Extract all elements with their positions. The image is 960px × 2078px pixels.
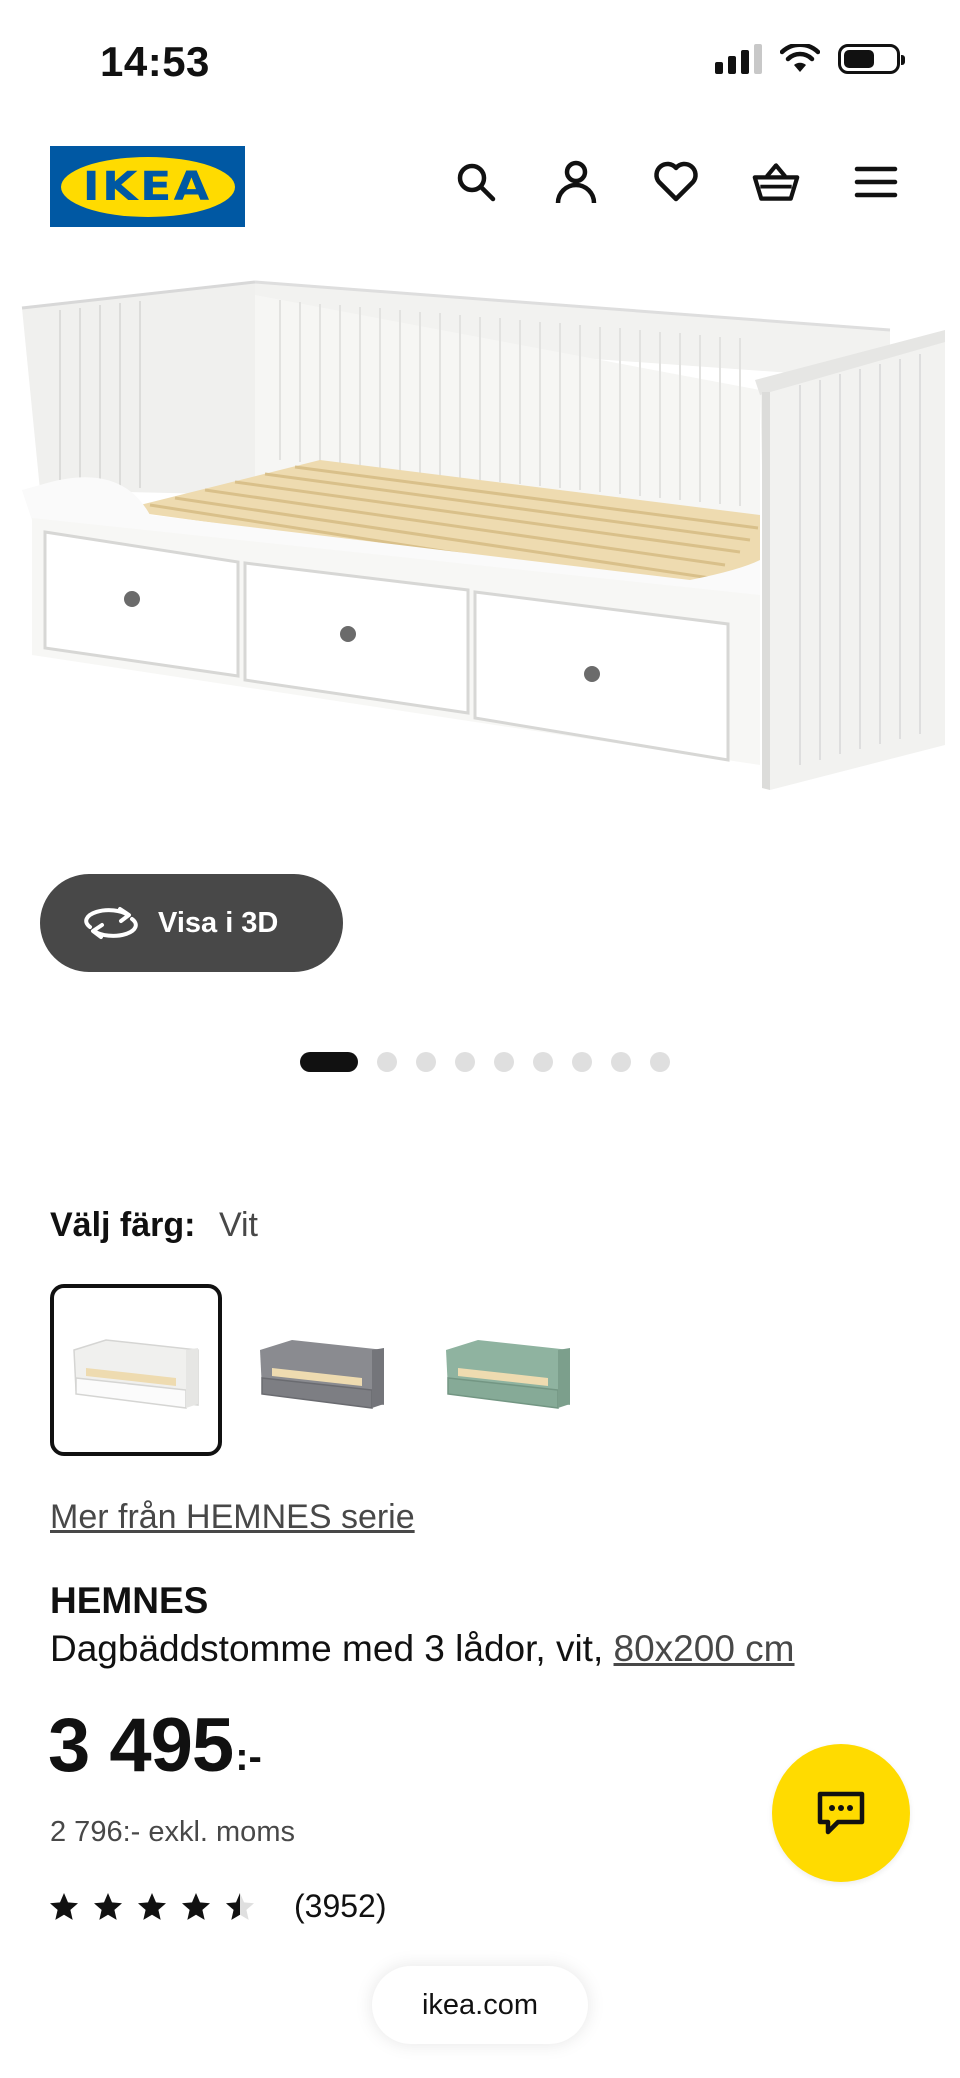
account-icon[interactable] <box>552 158 600 206</box>
color-swatches <box>50 1284 594 1456</box>
logo-text: IKEA <box>82 163 212 210</box>
star-full-icon <box>138 1892 166 1920</box>
star-full-icon <box>94 1892 122 1920</box>
heart-icon[interactable] <box>652 158 700 206</box>
price-excl-vat: 2 796:- exkl. moms <box>50 1816 295 1848</box>
carousel-dot[interactable] <box>416 1052 436 1072</box>
color-swatch-white[interactable] <box>50 1284 222 1456</box>
status-bar: 14:53 <box>0 0 960 120</box>
color-label-value: Vit <box>218 1206 259 1244</box>
logo-oval: IKEA <box>60 156 235 217</box>
price: 3 495 :- <box>48 1708 262 1784</box>
swatch-image-grey <box>260 1340 384 1409</box>
product-description-text: Dagbäddstomme med 3 lådor, vit, <box>50 1628 604 1669</box>
rating[interactable]: (3952) <box>48 1888 387 1925</box>
wifi-icon <box>780 44 820 72</box>
star-full-icon <box>182 1892 210 1920</box>
carousel-dot[interactable] <box>455 1052 475 1072</box>
star-full-icon <box>50 1892 78 1920</box>
color-swatch-grey[interactable] <box>236 1284 408 1456</box>
color-selector-label: Välj färg: Vit <box>50 1206 258 1245</box>
swatch-image-green <box>446 1340 570 1409</box>
browser-url-bar[interactable]: ikea.com <box>372 1966 588 2044</box>
view-3d-label: Visa i 3D <box>158 906 279 939</box>
carousel-dot[interactable] <box>650 1052 670 1072</box>
ikea-logo[interactable]: IKEA <box>50 146 245 227</box>
product-description: Dagbäddstomme med 3 lådor, vit, 80x200 c… <box>50 1628 795 1670</box>
search-icon[interactable] <box>452 158 500 206</box>
swatch-image-white <box>73 1339 199 1409</box>
carousel-dot[interactable] <box>377 1052 397 1072</box>
star-half-icon <box>226 1892 254 1920</box>
chat-button[interactable] <box>772 1744 910 1882</box>
status-time: 14:53 <box>100 38 210 85</box>
price-amount: 3 495 <box>48 1703 234 1788</box>
product-image[interactable] <box>0 260 960 880</box>
price-suffix: :- <box>235 1735 262 1779</box>
battery-icon <box>838 44 905 74</box>
size-link[interactable]: 80x200 cm <box>614 1628 795 1669</box>
basket-icon[interactable] <box>752 158 800 206</box>
carousel-dots <box>0 1052 960 1072</box>
carousel-dot[interactable] <box>300 1052 358 1072</box>
view-3d-button[interactable]: Visa i 3D <box>40 874 343 972</box>
color-swatch-green[interactable] <box>422 1284 594 1456</box>
series-link[interactable]: Mer från HEMNES serie <box>50 1498 415 1537</box>
carousel-dot[interactable] <box>611 1052 631 1072</box>
carousel-dot[interactable] <box>572 1052 592 1072</box>
color-label-title: Välj färg: <box>50 1206 196 1244</box>
status-icons <box>715 44 905 74</box>
signal-icon <box>715 44 762 74</box>
product-name: HEMNES <box>50 1580 209 1621</box>
carousel-dot[interactable] <box>533 1052 553 1072</box>
rotate-3d-icon <box>84 907 138 939</box>
menu-icon[interactable] <box>852 158 900 206</box>
rating-stars <box>48 1891 256 1923</box>
site-header: IKEA <box>0 140 960 230</box>
carousel-dot[interactable] <box>494 1052 514 1072</box>
rating-count: (3952) <box>294 1888 387 1924</box>
chat-icon <box>817 1791 865 1835</box>
header-nav <box>452 158 900 206</box>
